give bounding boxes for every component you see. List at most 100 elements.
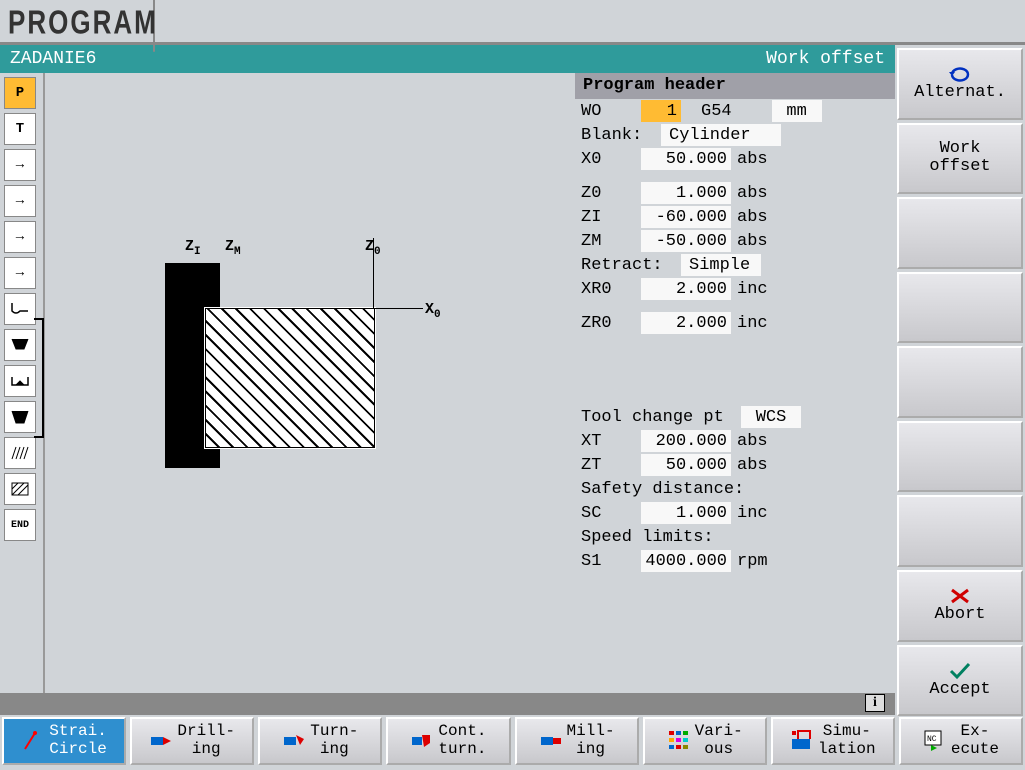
drill-icon: [149, 729, 173, 753]
svg-text:NC: NC: [927, 735, 937, 744]
z0-unit: abs: [737, 184, 773, 203]
bottom-softkeys: Strai.Circle Drill- ing Turn- ing Cont. …: [0, 713, 1025, 767]
x0-value[interactable]: 50.000: [641, 148, 731, 170]
params-header: Program header: [575, 73, 895, 99]
sc-unit: inc: [737, 504, 773, 523]
x0-label: X0: [581, 150, 641, 169]
right-softkeys: Alternat. Work offset Abort Accept: [895, 48, 1025, 716]
chuck-body: [165, 323, 205, 408]
label-zi: ZI: [185, 238, 201, 258]
xr0-unit: inc: [737, 280, 773, 299]
btn-empty-1[interactable]: [897, 197, 1023, 269]
btn-drilling[interactable]: Drill- ing: [130, 717, 254, 765]
zr0-label: ZR0: [581, 314, 641, 333]
btn-strai-circle[interactable]: Strai.Circle: [2, 717, 126, 765]
icon-contour-3[interactable]: [4, 365, 36, 397]
wo-label: WO: [581, 102, 641, 121]
xt-unit: abs: [737, 432, 773, 451]
icon-contour-2[interactable]: [4, 329, 36, 361]
btn-simulation[interactable]: Simu- lation: [771, 717, 895, 765]
btn-empty-2[interactable]: [897, 272, 1023, 344]
label-zm: ZM: [225, 238, 241, 258]
exec-icon: NC: [923, 729, 947, 753]
contturn-icon: [410, 729, 434, 753]
zi-unit: abs: [737, 208, 773, 227]
xt-value[interactable]: 200.000: [641, 430, 731, 452]
info-icon[interactable]: i: [865, 694, 885, 712]
retract-value[interactable]: Simple: [681, 254, 761, 276]
btn-alternat[interactable]: Alternat.: [897, 48, 1023, 120]
info-bar: i: [0, 693, 1025, 713]
z0-label: Z0: [581, 184, 641, 203]
xr0-label: XR0: [581, 280, 641, 299]
icon-hatch-2[interactable]: [4, 473, 36, 505]
axis-horizontal: [373, 308, 423, 309]
mode-label: Work offset: [766, 49, 885, 69]
workpiece-blank: [205, 308, 375, 448]
retract-label: Retract:: [581, 256, 681, 275]
s1-label: S1: [581, 552, 641, 571]
zt-unit: abs: [737, 456, 773, 475]
check-icon: [948, 661, 972, 681]
line-icon: [21, 729, 45, 753]
x-icon: [948, 586, 972, 606]
icon-arrow-3[interactable]: →: [4, 221, 36, 253]
zm-value[interactable]: -50.000: [641, 230, 731, 252]
icon-contour-4[interactable]: [4, 401, 36, 433]
btn-empty-4[interactable]: [897, 421, 1023, 493]
icon-group-bracket: [34, 318, 44, 438]
icon-arrow-2[interactable]: →: [4, 185, 36, 217]
btn-execute[interactable]: NC Ex- ecute: [899, 717, 1023, 765]
app-header: PROGRAM: [0, 0, 1025, 45]
toolchg-label: Tool change pt: [581, 408, 741, 427]
icon-p[interactable]: P: [4, 77, 36, 109]
wo-code: G54: [701, 102, 732, 121]
s1-value[interactable]: 4000.000: [641, 550, 731, 572]
toolchg-value[interactable]: WCS: [741, 406, 801, 428]
sc-label: SC: [581, 504, 641, 523]
parameter-panel: Program header WO 1 G54 mm Blank: Cylind…: [575, 73, 895, 693]
z0-value[interactable]: 1.000: [641, 182, 731, 204]
btn-empty-3[interactable]: [897, 346, 1023, 418]
icon-contour-1[interactable]: [4, 293, 36, 325]
btn-work-offset[interactable]: Work offset: [897, 123, 1023, 195]
speed-label: Speed limits:: [581, 528, 714, 547]
icon-hatch-1[interactable]: [4, 437, 36, 469]
sc-value[interactable]: 1.000: [641, 502, 731, 524]
zt-label: ZT: [581, 456, 641, 475]
wo-unit[interactable]: mm: [772, 100, 822, 122]
cycle-icon: [947, 64, 973, 84]
blank-value[interactable]: Cylinder: [661, 124, 781, 146]
s1-unit: rpm: [737, 552, 773, 571]
icon-t[interactable]: T: [4, 113, 36, 145]
btn-turning[interactable]: Turn- ing: [258, 717, 382, 765]
icon-arrow-4[interactable]: →: [4, 257, 36, 289]
btn-various[interactable]: Vari- ous: [643, 717, 767, 765]
btn-abort[interactable]: Abort: [897, 570, 1023, 642]
diagram-canvas: ZI ZM Z0 X0: [45, 73, 575, 693]
btn-accept[interactable]: Accept: [897, 645, 1023, 717]
zr0-value[interactable]: 2.000: [641, 312, 731, 334]
icon-end[interactable]: END: [4, 509, 36, 541]
xr0-value[interactable]: 2.000: [641, 278, 731, 300]
header-title: PROGRAM: [0, 0, 155, 52]
btn-milling[interactable]: Mill- ing: [515, 717, 639, 765]
btn-cont-turn[interactable]: Cont. turn.: [386, 717, 510, 765]
zi-label: ZI: [581, 208, 641, 227]
zr0-unit: inc: [737, 314, 773, 333]
icon-arrow-1[interactable]: →: [4, 149, 36, 181]
simu-icon: [790, 729, 814, 753]
label-z0: Z0: [365, 238, 381, 258]
label-x0: X0: [425, 301, 441, 321]
program-name: ZADANIE6: [10, 49, 96, 69]
safety-label: Safety distance:: [581, 480, 744, 499]
various-icon: [667, 729, 691, 753]
zt-value[interactable]: 50.000: [641, 454, 731, 476]
wo-value[interactable]: 1: [641, 100, 681, 122]
blank-label: Blank:: [581, 126, 661, 145]
turn-icon: [282, 729, 306, 753]
btn-empty-5[interactable]: [897, 495, 1023, 567]
x0-unit: abs: [737, 150, 773, 169]
zm-unit: abs: [737, 232, 773, 251]
zi-value[interactable]: -60.000: [641, 206, 731, 228]
